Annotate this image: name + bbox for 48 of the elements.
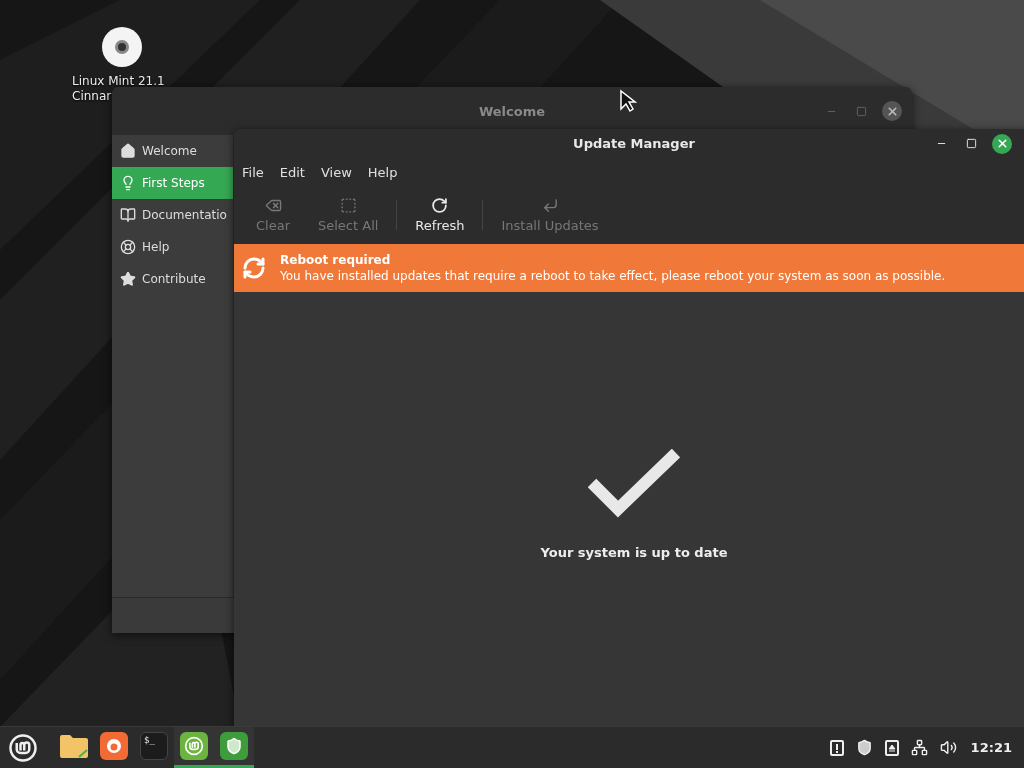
clipboard-icon[interactable] — [829, 739, 844, 756]
close-button[interactable] — [882, 101, 902, 121]
mint-logo-icon — [184, 736, 204, 756]
lifebuoy-icon — [120, 239, 136, 255]
return-arrow-icon — [541, 197, 559, 214]
toolbar-button[interactable]: Refresh — [401, 193, 479, 237]
banner-title: Reboot required — [280, 252, 392, 268]
close-icon — [995, 137, 1009, 150]
terminal-icon[interactable]: $_ — [140, 732, 168, 760]
shield-icon[interactable] — [855, 739, 873, 756]
dashed-square-icon — [339, 197, 357, 214]
network-icon[interactable] — [910, 739, 928, 756]
close-button[interactable] — [992, 133, 1012, 154]
sidebar-item[interactable]: Documentatio — [112, 199, 233, 231]
mint-icon[interactable] — [180, 732, 208, 760]
window-title: Update Manager — [573, 136, 695, 151]
folder-icon[interactable] — [59, 733, 89, 759]
banner-message: You have installed updates that require a reboot to take effect, please reboot your system as soon as possible. — [280, 268, 946, 284]
cursor-icon — [619, 89, 637, 113]
menu-item[interactable]: File — [242, 164, 264, 180]
home-icon — [120, 143, 136, 159]
sidebar-item[interactable]: Contribute — [112, 263, 233, 295]
menu-item[interactable]: Edit — [279, 164, 305, 180]
refresh-icon — [431, 197, 449, 214]
close-icon — [885, 104, 899, 118]
eject-icon[interactable] — [884, 739, 899, 756]
sidebar-item[interactable]: Welcome — [112, 135, 233, 167]
window-title: Welcome — [478, 103, 546, 119]
clock[interactable]: 12:21 — [970, 740, 1012, 755]
maximize-icon — [965, 138, 977, 149]
status-text: Your system is up to date — [540, 545, 728, 560]
lightbulb-icon — [120, 175, 136, 191]
star-icon — [120, 271, 136, 287]
firefox-icon[interactable] — [100, 732, 128, 760]
icon-label: Linux Mint 21.1 — [72, 74, 165, 89]
menu-item[interactable]: Help — [367, 164, 398, 180]
book-icon — [120, 207, 136, 223]
backspace-icon — [264, 197, 282, 214]
disc-icon[interactable] — [101, 26, 143, 68]
checkmark-icon — [588, 449, 680, 519]
refresh-icon — [242, 256, 266, 280]
sidebar-item[interactable]: Help — [112, 231, 233, 263]
maximize-icon — [855, 105, 867, 117]
volume-icon[interactable] — [939, 739, 957, 756]
shield-icon[interactable] — [220, 732, 248, 760]
menu-item[interactable]: View — [320, 164, 352, 180]
icon-label: Cinnar — [72, 89, 112, 104]
mint-logo-icon — [8, 732, 38, 763]
